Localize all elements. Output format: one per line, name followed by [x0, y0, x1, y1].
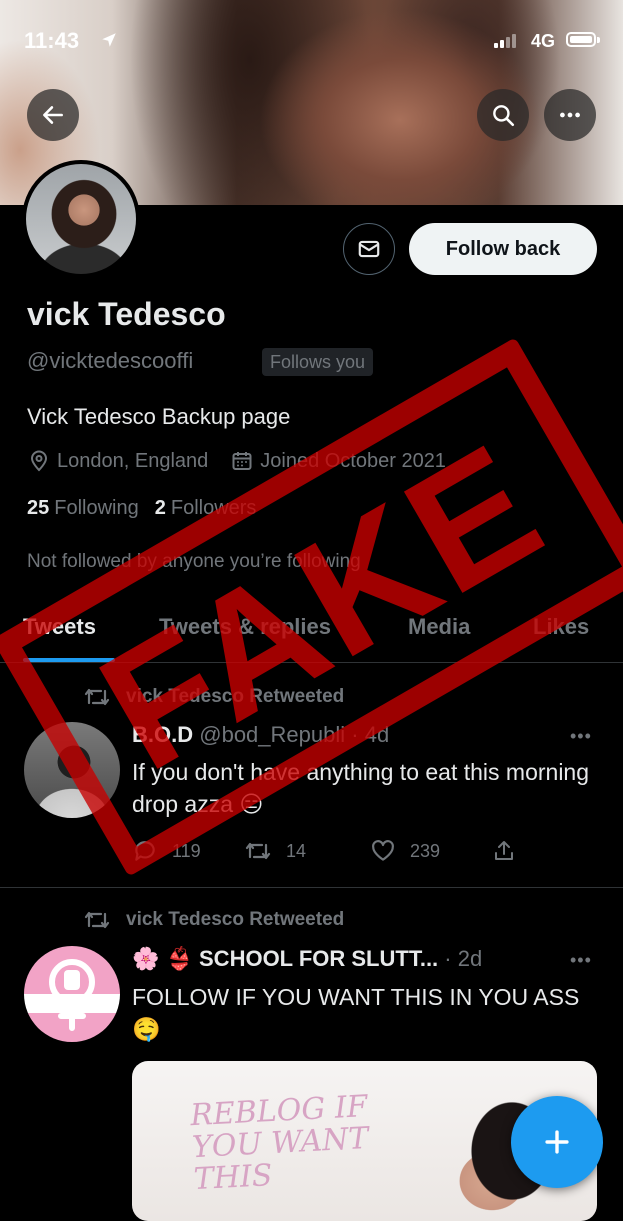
tab-tweets[interactable]: Tweets — [23, 614, 96, 640]
heart-icon — [372, 840, 394, 861]
follow-back-button[interactable]: Follow back — [409, 223, 597, 275]
calendar-icon — [232, 452, 252, 470]
tweet-text: FOLLOW IF YOU WANT THIS IN YOU ASS🤤 — [132, 984, 580, 1042]
follows-you-badge: Follows you — [262, 348, 374, 376]
like-count: 239 — [410, 840, 441, 861]
like-button[interactable]: 239 — [370, 838, 492, 864]
not-followed-note: Not followed by anyone you’re following — [27, 551, 361, 572]
tweet-author-avatar[interactable] — [24, 722, 120, 818]
signal-icon — [494, 34, 516, 48]
profile-stats: 25 Following 2 Followers — [27, 497, 256, 520]
tweet-header: B.O.D @bod_Republi · 4d — [132, 722, 389, 748]
retweeted-by-label: vick Tedesco Retweeted — [126, 909, 345, 930]
tweet-header: 🌸 👙 SCHOOL FOR SLUTT... · 2d — [132, 946, 482, 972]
back-arrow-icon — [43, 106, 63, 124]
profile-name: vick Tedesco — [27, 296, 226, 332]
profile-handle: @vicktedescooffi — [27, 348, 194, 373]
tab-media[interactable]: Media — [408, 614, 470, 640]
tab-tweets-replies[interactable]: Tweets & replies — [159, 614, 331, 640]
profile-meta: London, England Joined October 2021 — [27, 449, 446, 473]
tweet-more-button[interactable]: ••• — [570, 950, 592, 971]
network-type: 4G — [531, 31, 556, 51]
search-icon — [493, 105, 515, 127]
more-dots-icon — [560, 112, 580, 118]
reply-button[interactable]: 119 — [132, 838, 244, 864]
retweet-icon — [84, 688, 110, 706]
tweet-time: · 2d — [444, 946, 483, 971]
compose-tweet-button[interactable] — [511, 1096, 603, 1188]
media-caption: REBLOG IF YOU WANT THIS — [189, 1089, 370, 1198]
retweet-icon — [84, 911, 110, 929]
status-bar: 11:43 4G — [0, 0, 623, 80]
profile-avatar[interactable] — [22, 160, 140, 278]
reply-count: 119 — [172, 840, 201, 861]
message-button[interactable] — [343, 223, 395, 275]
status-time: 11:43 — [24, 28, 80, 53]
battery-icon — [566, 32, 596, 47]
feminist-fist-icon — [49, 959, 95, 1031]
envelope-icon — [358, 240, 380, 258]
retweet-context: vick Tedesco Retweeted — [84, 909, 344, 931]
tweet-display-name[interactable]: 🌸 👙 SCHOOL FOR SLUTT... — [132, 946, 438, 971]
tweet-text: If you don't have anything to eat this m… — [132, 759, 590, 817]
tweet-more-button[interactable]: ••• — [570, 726, 592, 747]
followers-count: 2 — [154, 497, 166, 519]
retweet-context: vick Tedesco Retweeted — [84, 686, 344, 708]
followers-link[interactable]: 2 Followers — [155, 497, 257, 520]
tweet-username[interactable]: @bod_Republi — [199, 722, 345, 747]
tweet-display-name[interactable]: B.O.D — [132, 722, 193, 747]
search-button[interactable] — [477, 89, 529, 141]
share-button[interactable] — [492, 839, 530, 863]
back-button[interactable] — [27, 89, 79, 141]
followers-label: Followers — [170, 497, 257, 519]
tweet-time: · 4d — [351, 722, 390, 747]
following-link[interactable]: 25 Following — [27, 497, 139, 520]
profile-bio: Vick Tedesco Backup page — [27, 404, 291, 429]
retweeted-by-label: vick Tedesco Retweeted — [126, 686, 345, 707]
profile-tabs: Tweets Tweets & replies Media Likes — [0, 600, 623, 663]
location-pin-icon — [30, 450, 48, 472]
retweet-count: 14 — [286, 840, 307, 861]
more-options-button[interactable] — [544, 89, 596, 141]
tweet-actions: 119 14 239 — [132, 838, 530, 864]
retweet-icon — [245, 842, 271, 860]
retweet-button[interactable]: 14 — [244, 840, 370, 862]
active-tab-indicator — [23, 658, 115, 662]
share-icon — [495, 841, 513, 860]
following-label: Following — [54, 497, 139, 519]
profile-location: London, England — [57, 449, 209, 472]
profile-joined: Joined October 2021 — [260, 449, 446, 472]
following-count: 25 — [27, 497, 50, 519]
plus-icon — [545, 1130, 569, 1154]
tweet-divider — [0, 887, 623, 888]
reply-icon — [135, 841, 155, 861]
tweet-author-avatar[interactable] — [24, 946, 120, 1042]
location-arrow-icon — [102, 33, 116, 47]
battery-tip — [597, 37, 600, 43]
tab-likes[interactable]: Likes — [533, 614, 589, 640]
